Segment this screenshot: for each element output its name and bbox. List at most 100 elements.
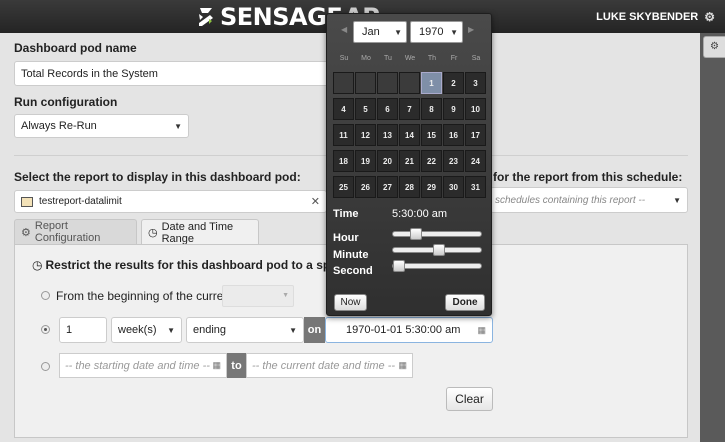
day-cell[interactable]: 24 xyxy=(465,150,486,172)
day-cell[interactable]: 5 xyxy=(355,98,376,120)
start-datetime-input[interactable]: -- the starting date and time -- ▦ xyxy=(59,353,227,378)
day-cell[interactable]: 13 xyxy=(377,124,398,146)
weekday-label: Sa xyxy=(471,55,481,62)
chevron-down-icon: ▼ xyxy=(167,325,175,335)
datetime-value: 1970-01-01 5:30:00 am xyxy=(346,324,461,336)
count-input[interactable]: 1 xyxy=(59,317,107,343)
day-cell[interactable]: 3 xyxy=(465,72,486,94)
day-cell[interactable]: 28 xyxy=(399,176,420,198)
day-cell[interactable]: 30 xyxy=(443,176,464,198)
day-cell[interactable]: 15 xyxy=(421,124,442,146)
day-cell[interactable]: 14 xyxy=(399,124,420,146)
user-menu[interactable]: LUKE SKYBENDER ⚙ xyxy=(596,10,715,24)
end-datetime-input[interactable]: -- the current date and time -- ▦ xyxy=(246,353,413,378)
schedule-select[interactable]: schedules containing this report -- ▼ xyxy=(490,187,688,213)
minute-label: Minute xyxy=(333,249,369,261)
day-cell[interactable]: 7 xyxy=(399,98,420,120)
radio-from-beginning[interactable] xyxy=(41,291,50,300)
hour-slider[interactable] xyxy=(392,228,482,240)
day-cell[interactable]: 10 xyxy=(465,98,486,120)
day-cell[interactable]: 18 xyxy=(333,150,354,172)
minute-slider-handle[interactable] xyxy=(433,244,445,256)
prev-month-icon[interactable]: ◀ xyxy=(341,25,347,34)
tab-date-and-time-range[interactable]: ◷ Date and Time Range xyxy=(141,219,259,245)
radio-absolute-range[interactable] xyxy=(41,362,50,371)
day-cell[interactable]: 11 xyxy=(333,124,354,146)
day-cell[interactable]: 17 xyxy=(465,124,486,146)
calendar-icon[interactable]: ▦ xyxy=(212,360,221,371)
day-cell[interactable]: 21 xyxy=(399,150,420,172)
schedule-label: for the report from this schedule: xyxy=(493,170,683,184)
day-cell-empty xyxy=(333,72,354,94)
chevron-down-icon: ▼ xyxy=(673,195,681,205)
tab-label: Date and Time Range xyxy=(161,220,234,245)
unit-select[interactable]: week(s) ▼ xyxy=(111,317,182,343)
chevron-down-icon: ▼ xyxy=(282,292,289,299)
report-icon xyxy=(21,196,33,207)
unit-value: week(s) xyxy=(118,324,157,336)
day-cell[interactable]: 19 xyxy=(355,150,376,172)
minute-slider[interactable] xyxy=(392,244,482,256)
day-cell[interactable]: 9 xyxy=(443,98,464,120)
day-cell[interactable]: 20 xyxy=(377,150,398,172)
day-cell-empty xyxy=(377,72,398,94)
day-cell-empty xyxy=(355,72,376,94)
direction-select[interactable]: ending ▼ xyxy=(186,317,304,343)
day-cell[interactable]: 1 xyxy=(421,72,442,94)
done-button[interactable]: Done xyxy=(445,294,485,311)
clear-icon[interactable]: ✕ xyxy=(311,195,320,208)
day-cell[interactable]: 6 xyxy=(377,98,398,120)
side-strip xyxy=(700,33,725,442)
day-cell[interactable]: 12 xyxy=(355,124,376,146)
run-config-select[interactable]: Always Re-Run ▼ xyxy=(14,114,189,138)
chevron-down-icon: ▼ xyxy=(289,325,297,335)
report-select[interactable]: testreport-datalimit ✕ xyxy=(14,190,327,213)
hour-slider-handle[interactable] xyxy=(410,228,422,240)
clear-button[interactable]: Clear xyxy=(446,387,493,411)
weekday-label: Fr xyxy=(450,55,458,62)
gear-icon[interactable]: ⚙ xyxy=(704,10,715,24)
hour-label: Hour xyxy=(333,232,359,244)
now-button[interactable]: Now xyxy=(334,294,367,311)
restrict-label[interactable]: ◷ Restrict the results for this dashboard… xyxy=(32,258,351,272)
second-slider-handle[interactable] xyxy=(393,260,405,272)
gear-icon: ⚙ xyxy=(21,226,31,239)
day-cell[interactable]: 23 xyxy=(443,150,464,172)
logo-icon xyxy=(199,8,213,26)
from-beginning-label: From the beginning of the current xyxy=(56,289,234,303)
year-select[interactable]: 1970 ▼ xyxy=(410,21,463,43)
day-cell[interactable]: 22 xyxy=(421,150,442,172)
day-cell[interactable]: 16 xyxy=(443,124,464,146)
day-cell[interactable]: 2 xyxy=(443,72,464,94)
weekday-label: Tu xyxy=(384,55,392,62)
tab-report-configuration[interactable]: ⚙ Report Configuration xyxy=(14,219,137,244)
side-gear-tab[interactable]: ⚙ xyxy=(703,36,725,58)
gear-icon: ⚙ xyxy=(710,41,719,52)
chevron-down-icon: ▼ xyxy=(450,27,458,37)
calendar-icon[interactable]: ▦ xyxy=(477,325,486,336)
day-cell[interactable]: 29 xyxy=(421,176,442,198)
weekday-label: We xyxy=(404,55,416,62)
start-placeholder: -- the starting date and time -- xyxy=(65,359,210,372)
second-label: Second xyxy=(333,265,373,277)
month-select[interactable]: Jan ▼ xyxy=(353,21,407,43)
chevron-down-icon: ▼ xyxy=(174,121,182,131)
period-select-disabled[interactable]: ▼ xyxy=(222,285,294,307)
direction-value: ending xyxy=(193,324,227,336)
datetime-input[interactable]: 1970-01-01 5:30:00 am ▦ xyxy=(325,317,493,343)
next-month-icon[interactable]: ▶ xyxy=(468,25,474,34)
day-cell[interactable]: 27 xyxy=(377,176,398,198)
calendar-icon[interactable]: ▦ xyxy=(398,360,407,371)
chevron-down-icon: ▼ xyxy=(394,27,402,37)
day-cell[interactable]: 25 xyxy=(333,176,354,198)
weekday-label: Th xyxy=(427,55,437,62)
day-cell[interactable]: 31 xyxy=(465,176,486,198)
second-slider[interactable] xyxy=(392,260,482,272)
radio-relative-range[interactable] xyxy=(41,325,50,334)
logo-text: SENSAGE xyxy=(220,3,343,31)
day-cell[interactable]: 4 xyxy=(333,98,354,120)
day-cell[interactable]: 26 xyxy=(355,176,376,198)
clock-icon: ◷ xyxy=(32,258,43,272)
day-cell[interactable]: 8 xyxy=(421,98,442,120)
pod-name-input[interactable]: Total Records in the System xyxy=(14,61,332,86)
